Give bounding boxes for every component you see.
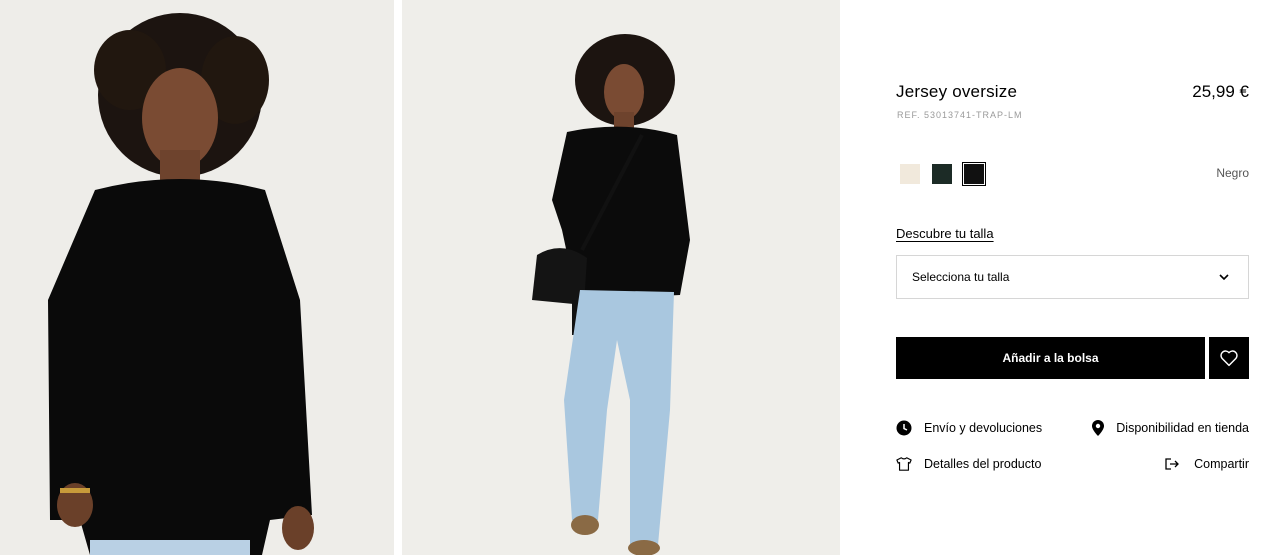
swatch-fill (964, 164, 984, 184)
product-details-label: Detalles del producto (924, 457, 1042, 471)
chevron-down-icon (1219, 274, 1229, 281)
location-pin-icon (1090, 420, 1106, 436)
store-availability-label: Disponibilidad en tienda (1116, 421, 1249, 435)
color-swatches (898, 162, 994, 186)
size-guide-link[interactable]: Descubre tu talla (896, 226, 994, 241)
product-title: Jersey oversize (896, 82, 1018, 101)
product-reference: REF. 53013741-TRAP-LM (897, 110, 1023, 120)
tshirt-icon (896, 456, 912, 472)
product-info-panel: Jersey oversize 25,99 € REF. 53013741-TR… (896, 0, 1249, 555)
product-details-link[interactable]: Detalles del producto (896, 456, 1041, 472)
swatch-fill (900, 164, 920, 184)
product-price: 25,99 € (1192, 82, 1249, 101)
model-photo-closeup (0, 0, 394, 555)
color-swatch-dark-green[interactable] (930, 162, 954, 186)
size-select-placeholder: Selecciona tu talla (912, 270, 1010, 284)
heart-icon (1220, 350, 1238, 367)
product-image-full-body[interactable] (402, 0, 840, 555)
share-icon (1164, 456, 1180, 472)
add-to-bag-label: Añadir a la bolsa (1002, 351, 1099, 365)
share-link[interactable]: Compartir (1164, 456, 1249, 472)
shipping-returns-label: Envío y devoluciones (924, 421, 1043, 435)
favorite-button[interactable] (1209, 337, 1249, 379)
share-label: Compartir (1194, 457, 1249, 471)
clock-icon (896, 420, 912, 436)
selected-color-name: Negro (1216, 166, 1249, 180)
model-photo-fullbody (402, 0, 840, 555)
shipping-returns-link[interactable]: Envío y devoluciones (896, 420, 1042, 436)
color-swatch-black[interactable] (962, 162, 986, 186)
swatch-fill (932, 164, 952, 184)
size-select[interactable]: Selecciona tu talla (896, 255, 1249, 299)
product-image-front[interactable] (0, 0, 394, 555)
store-availability-link[interactable]: Disponibilidad en tienda (1090, 420, 1249, 436)
add-to-bag-button[interactable]: Añadir a la bolsa (896, 337, 1205, 379)
color-swatch-cream[interactable] (898, 162, 922, 186)
